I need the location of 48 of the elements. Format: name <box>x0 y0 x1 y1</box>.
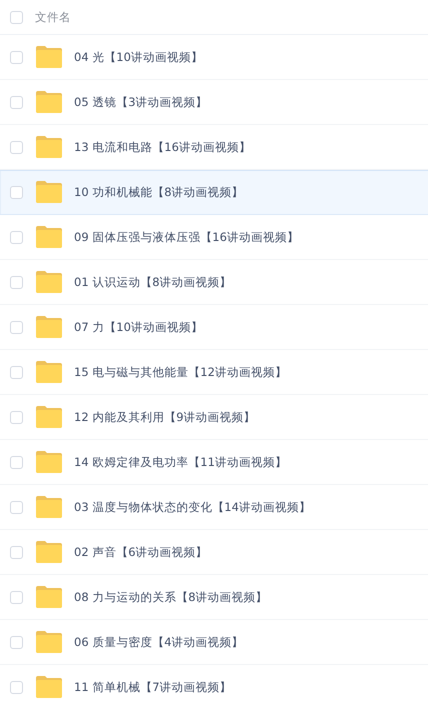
checkbox[interactable] <box>10 140 23 154</box>
file-row[interactable]: 10 功和机械能【8讲动画视频】 <box>0 170 428 215</box>
folder-icon <box>36 496 62 518</box>
folder-name[interactable]: 05 透镜【3讲动画视频】 <box>74 94 208 110</box>
folder-icon <box>36 136 62 158</box>
folder-name[interactable]: 09 固体压强与液体压强【16讲动画视频】 <box>74 230 299 244</box>
checkbox[interactable] <box>10 546 23 558</box>
folder-icon <box>36 181 62 203</box>
checkbox[interactable] <box>10 10 23 24</box>
folder-name[interactable]: 02 声音【6讲动画视频】 <box>74 544 208 560</box>
folder-icon <box>36 631 62 653</box>
folder-name[interactable]: 08 力与运动的关系【8讲动画视频】 <box>74 590 268 604</box>
checkbox[interactable] <box>10 186 23 198</box>
folder-name[interactable]: 07 力【10讲动画视频】 <box>74 320 203 334</box>
checkbox[interactable] <box>10 410 23 424</box>
checkbox[interactable] <box>10 500 23 514</box>
column-header: 文件名 <box>35 10 71 24</box>
folder-icon <box>36 46 62 68</box>
checkbox[interactable] <box>10 276 23 288</box>
folder-icon <box>36 91 62 113</box>
checkbox[interactable] <box>10 230 23 244</box>
folder-name[interactable]: 06 质量与密度【4讲动画视频】 <box>74 634 244 650</box>
checkbox[interactable] <box>10 366 23 378</box>
checkbox[interactable] <box>10 456 23 468</box>
folder-name[interactable]: 13 电流和电路【16讲动画视频】 <box>74 140 251 154</box>
folder-icon <box>36 676 62 698</box>
folder-name[interactable]: 14 欧姆定律及电功率【11讲动画视频】 <box>74 454 287 470</box>
checkbox[interactable] <box>10 590 23 604</box>
folder-name[interactable]: 15 电与磁与其他能量【12讲动画视频】 <box>74 364 287 380</box>
folder-icon <box>36 316 62 338</box>
checkbox[interactable] <box>10 96 23 108</box>
checkbox[interactable] <box>10 680 23 694</box>
folder-icon <box>36 406 62 428</box>
folder-name[interactable]: 04 光【10讲动画视频】 <box>74 50 203 64</box>
folder-icon <box>36 271 62 293</box>
checkbox[interactable] <box>10 320 23 334</box>
folder-name[interactable]: 11 简单机械【7讲动画视频】 <box>74 680 232 694</box>
folder-name[interactable]: 12 内能及其利用【9讲动画视频】 <box>74 410 256 424</box>
folder-icon <box>36 361 62 383</box>
folder-name[interactable]: 01 认识运动【8讲动画视频】 <box>74 274 232 290</box>
checkbox[interactable] <box>10 636 23 648</box>
folder-name[interactable]: 10 功和机械能【8讲动画视频】 <box>74 184 244 200</box>
folder-icon <box>36 541 62 563</box>
folder-icon <box>36 586 62 608</box>
folder-icon <box>36 451 62 473</box>
folder-icon <box>36 226 62 248</box>
checkbox[interactable] <box>10 50 23 64</box>
folder-name[interactable]: 03 温度与物体状态的变化【14讲动画视频】 <box>74 500 311 514</box>
